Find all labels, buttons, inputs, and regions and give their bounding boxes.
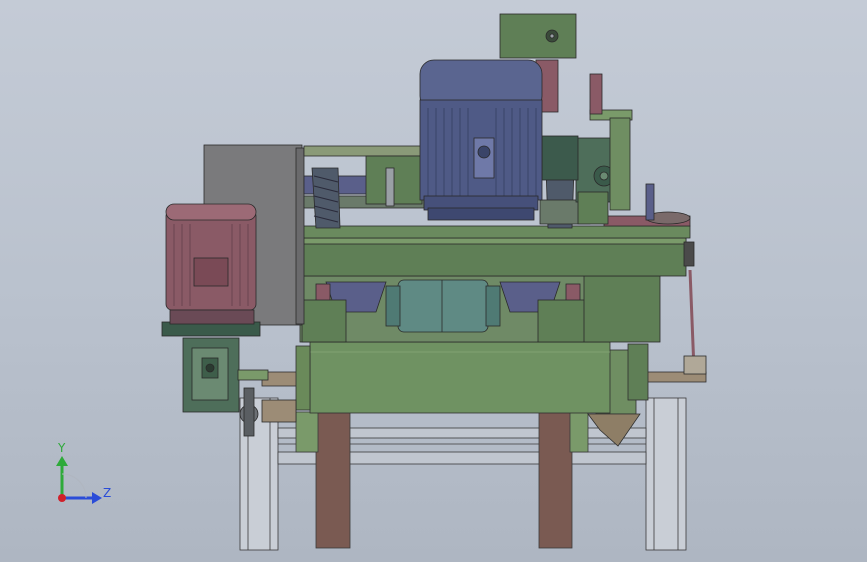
left-motor (161, 144, 305, 337)
right-outer-leg (645, 397, 687, 551)
left-brown-leg (315, 411, 351, 549)
teal-coupling (397, 279, 489, 333)
right-linkage-rod (688, 269, 696, 371)
roller-drum (309, 341, 611, 414)
coordinate-triad: Y Z (56, 441, 111, 504)
middle-assembly (299, 275, 661, 343)
triad-origin (58, 494, 66, 502)
left-gearbox (182, 337, 297, 437)
z-axis-label: Z (103, 486, 111, 500)
y-axis-arrow (56, 456, 68, 466)
y-axis-label: Y (57, 441, 66, 455)
top-gearbox (499, 13, 577, 59)
triad-arc (61, 473, 87, 499)
right-brown-leg (538, 411, 573, 549)
z-axis-arrow (92, 492, 102, 504)
cad-viewport[interactable]: Y Z (0, 0, 867, 562)
